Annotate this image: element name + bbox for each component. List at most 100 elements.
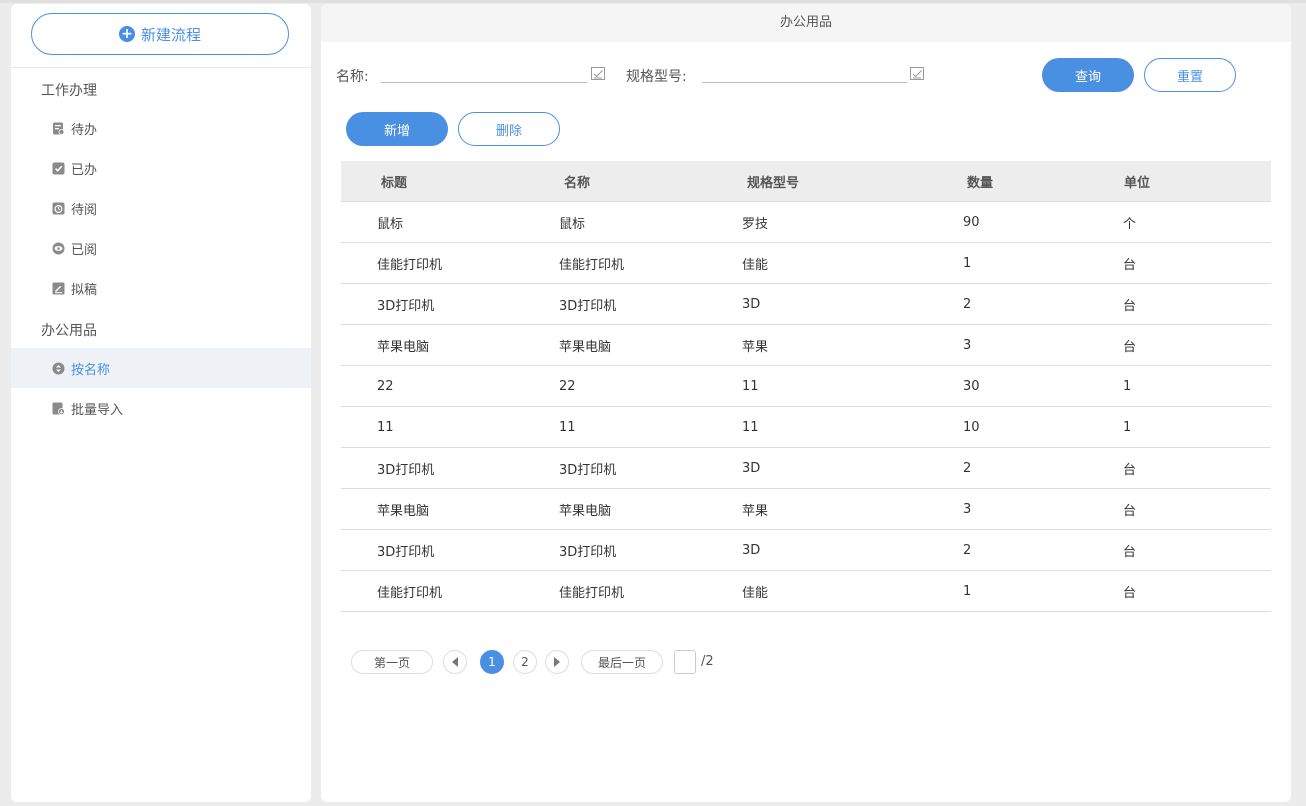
cell-quantity: 2 [963, 460, 972, 476]
to-read-icon [52, 202, 65, 214]
main-panel: 办公用品 名称: 规格型号: 查询 重置 新增 删除 标题 名称 规格型号 数量… [321, 4, 1291, 802]
column-header-spec[interactable]: 规格型号 [747, 172, 967, 191]
page-title: 办公用品 [321, 4, 1291, 42]
chevron-right-icon [554, 657, 560, 667]
sidebar-item-label: 拟稿 [71, 282, 98, 298]
cell-unit: 台 [1123, 339, 1137, 355]
add-button[interactable]: 新增 [346, 112, 448, 146]
table-header: 标题 名称 规格型号 数量 单位 [341, 161, 1271, 201]
query-button[interactable]: 查询 [1042, 58, 1134, 92]
cell-unit: 1 [1123, 419, 1132, 435]
cell-spec: 3D [742, 542, 761, 558]
cell-spec: 佳能 [742, 257, 769, 273]
cell-unit: 台 [1123, 462, 1137, 478]
sidebar-item-draft[interactable]: 拟稿 [11, 268, 311, 308]
cell-title: 22 [377, 378, 394, 394]
cell-spec: 苹果 [742, 339, 769, 355]
table-row[interactable]: 11 11 11 10 1 [341, 406, 1271, 447]
spec-filter-input[interactable] [702, 66, 907, 83]
draft-icon [52, 282, 65, 294]
table-row[interactable]: 佳能打印机 佳能打印机 佳能 1 台 [341, 570, 1271, 612]
cell-title: 3D打印机 [377, 462, 435, 478]
sidebar-item-label: 已阅 [71, 242, 98, 258]
page-total: /2 [701, 654, 714, 669]
spec-filter-label: 规格型号: [626, 69, 687, 85]
group-title-office-supplies: 办公用品 [41, 323, 97, 339]
sidebar-item-label: 批量导入 [71, 402, 124, 418]
sidebar-item-by-name[interactable]: 按名称 [11, 348, 311, 388]
cell-name: 3D打印机 [559, 298, 617, 314]
column-header-unit[interactable]: 单位 [1124, 172, 1271, 191]
supplies-table: 标题 名称 规格型号 数量 单位 鼠标 鼠标 罗技 90 个 佳能打印机 佳能打… [341, 161, 1271, 612]
sidebar-item-label: 待办 [71, 122, 98, 138]
cell-spec: 佳能 [742, 585, 769, 601]
prev-page-button[interactable] [443, 650, 467, 674]
table-row[interactable]: 3D打印机 3D打印机 3D 2 台 [341, 529, 1271, 570]
first-page-button[interactable]: 第一页 [351, 650, 433, 674]
cell-quantity: 2 [963, 542, 972, 558]
cell-spec: 11 [742, 378, 759, 394]
cell-title: 苹果电脑 [377, 339, 430, 355]
cell-title: 11 [377, 419, 394, 435]
cell-unit: 个 [1123, 216, 1137, 232]
table-row[interactable]: 鼠标 鼠标 罗技 90 个 [341, 201, 1271, 242]
cell-name: 鼠标 [559, 216, 586, 232]
page-jump-input[interactable] [674, 650, 696, 674]
plus-circle-icon: + [118, 26, 135, 42]
page-number-1[interactable]: 1 [480, 650, 504, 674]
eye-icon [52, 242, 65, 254]
sidebar-item-label: 按名称 [71, 362, 111, 378]
top-border [0, 0, 1306, 3]
done-icon [52, 162, 65, 174]
cell-title: 佳能打印机 [377, 257, 443, 273]
cell-name: 22 [559, 378, 576, 394]
next-page-button[interactable] [545, 650, 569, 674]
cell-title: 佳能打印机 [377, 585, 443, 601]
cell-name: 3D打印机 [559, 462, 617, 478]
cell-name: 11 [559, 419, 576, 435]
cell-unit: 台 [1123, 298, 1137, 314]
table-row[interactable]: 苹果电脑 苹果电脑 苹果 3 台 [341, 324, 1271, 365]
sidebar-item-to-read[interactable]: 待阅 [11, 188, 311, 228]
cell-quantity: 1 [963, 255, 972, 271]
table-row[interactable]: 3D打印机 3D打印机 3D 2 台 [341, 447, 1271, 488]
column-header-name[interactable]: 名称 [564, 172, 747, 191]
sidebar-item-batch-import[interactable]: 批量导入 [11, 388, 311, 428]
table-row[interactable]: 3D打印机 3D打印机 3D 2 台 [341, 283, 1271, 324]
delete-button[interactable]: 删除 [458, 112, 560, 146]
cell-spec: 3D [742, 460, 761, 476]
sidebar-item-read[interactable]: 已阅 [11, 228, 311, 268]
sidebar-item-done[interactable]: 已办 [11, 148, 311, 188]
sidebar-item-todo[interactable]: 待办 [11, 108, 311, 148]
cell-spec: 苹果 [742, 503, 769, 519]
cell-title: 鼠标 [377, 216, 404, 232]
cell-title: 苹果电脑 [377, 503, 430, 519]
last-page-button[interactable]: 最后一页 [581, 650, 663, 674]
column-header-quantity[interactable]: 数量 [967, 172, 1124, 191]
table-row[interactable]: 22 22 11 30 1 [341, 365, 1271, 406]
column-header-title[interactable]: 标题 [341, 172, 564, 191]
edit-icon[interactable] [591, 66, 606, 81]
cell-unit: 台 [1123, 503, 1137, 519]
chevron-left-icon [452, 657, 458, 667]
cell-quantity: 3 [963, 337, 972, 353]
cell-name: 苹果电脑 [559, 503, 612, 519]
cell-unit: 台 [1123, 544, 1137, 560]
name-filter-input[interactable] [381, 66, 587, 83]
page-number-2[interactable]: 2 [513, 650, 537, 674]
cell-name: 佳能打印机 [559, 257, 625, 273]
table-row[interactable]: 苹果电脑 苹果电脑 苹果 3 台 [341, 488, 1271, 529]
cell-quantity: 1 [963, 583, 972, 599]
sidebar: + 新建流程 工作办理 待办 已办 待阅 已阅 拟稿 办公用品 按名称 批量导入 [11, 4, 311, 802]
cell-quantity: 3 [963, 501, 972, 517]
todo-icon [53, 122, 65, 135]
cell-title: 3D打印机 [377, 298, 435, 314]
new-flow-label: 新建流程 [140, 25, 201, 44]
cell-name: 佳能打印机 [559, 585, 625, 601]
sort-icon [52, 362, 65, 374]
sidebar-item-label: 待阅 [71, 202, 98, 218]
edit-icon[interactable] [910, 66, 925, 81]
reset-button[interactable]: 重置 [1144, 58, 1236, 92]
new-flow-button[interactable]: + 新建流程 [31, 13, 289, 55]
table-row[interactable]: 佳能打印机 佳能打印机 佳能 1 台 [341, 242, 1271, 283]
